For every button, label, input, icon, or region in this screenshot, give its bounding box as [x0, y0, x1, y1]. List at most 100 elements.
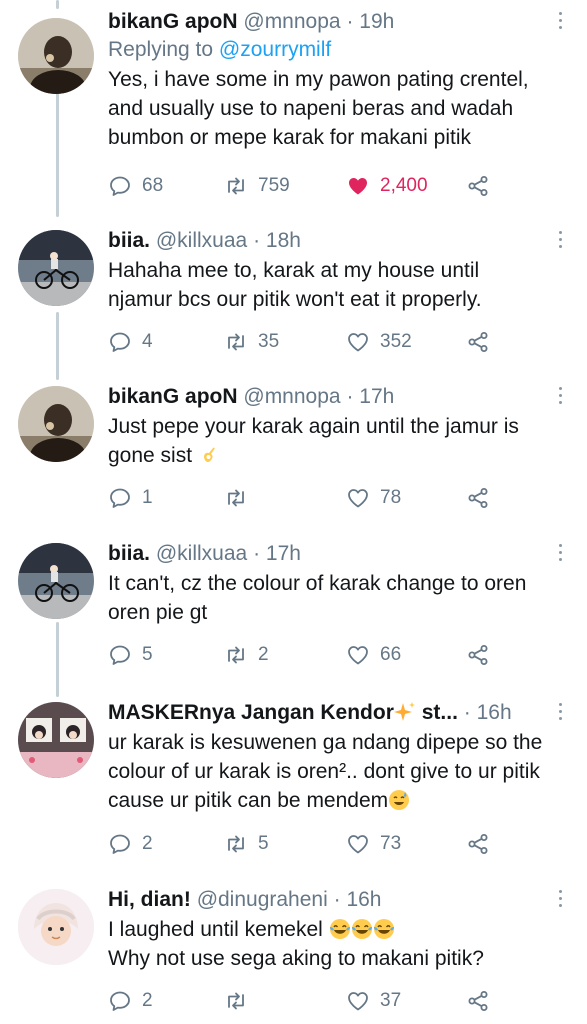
mention-link[interactable]: @zourrymilf — [219, 38, 331, 61]
timestamp[interactable]: 17h — [359, 385, 394, 408]
tweet-text-block: Just pepe your karak again until the jam… — [108, 412, 547, 470]
separator: · — [253, 229, 261, 252]
retweet-count: 35 — [258, 331, 280, 352]
display-name[interactable]: MASKERnya Jangan Kendor — [108, 701, 394, 724]
display-name[interactable]: biia. — [108, 229, 150, 252]
user-handle[interactable]: @mnnopa — [243, 385, 340, 408]
more-icon[interactable] — [555, 387, 565, 404]
tweet-text: ur karak is kesuwenen ga ndang dipepe so… — [108, 731, 543, 812]
replying-to-label: Replying to — [108, 38, 219, 61]
timestamp[interactable]: 16h — [477, 701, 512, 724]
more-icon[interactable] — [555, 890, 565, 907]
timestamp[interactable]: 17h — [266, 542, 301, 565]
timestamp[interactable]: 16h — [346, 888, 381, 911]
reply-button[interactable]: 2 — [108, 829, 153, 859]
avatar[interactable] — [18, 386, 94, 462]
retweet-icon — [224, 989, 248, 1013]
avatar[interactable] — [18, 702, 94, 778]
share-icon — [466, 330, 490, 354]
reply-button[interactable]: 4 — [108, 327, 153, 357]
retweet-button[interactable] — [224, 483, 258, 513]
separator: · — [333, 888, 341, 911]
like-count: 78 — [380, 487, 402, 508]
tweet-text-block: ur karak is kesuwenen ga ndang dipepe so… — [108, 728, 547, 815]
like-button[interactable]: 78 — [346, 483, 401, 513]
avatar[interactable] — [18, 18, 94, 94]
reply-count: 4 — [142, 331, 153, 352]
tweet-text: Yes, i have some in my pawon pating cren… — [108, 68, 529, 149]
like-count: 352 — [380, 331, 412, 352]
tweet[interactable]: bikanG apoN @mnnopa · 19h Replying to @z… — [0, 8, 587, 218]
avatar[interactable] — [18, 889, 94, 965]
user-handle[interactable]: @killxuaa — [156, 229, 247, 252]
like-button[interactable]: 73 — [346, 829, 401, 859]
share-icon — [466, 832, 490, 856]
timestamp[interactable]: 19h — [359, 10, 394, 33]
joy-emoji — [329, 918, 351, 940]
sparkles-emoji — [394, 701, 416, 723]
like-button[interactable]: 37 — [346, 986, 401, 1016]
like-button[interactable]: 352 — [346, 327, 412, 357]
retweet-button[interactable]: 2 — [224, 640, 269, 670]
reply-button[interactable]: 2 — [108, 986, 153, 1016]
share-icon — [466, 989, 490, 1013]
share-button[interactable] — [466, 986, 490, 1016]
sweat-smile-emoji — [388, 789, 410, 811]
more-icon[interactable] — [555, 12, 565, 29]
avatar[interactable] — [18, 543, 94, 619]
display-name[interactable]: bikanG apoN — [108, 385, 238, 408]
tweet-text-line: I laughed until kemekel — [108, 918, 323, 941]
share-button[interactable] — [466, 327, 490, 357]
retweet-button[interactable] — [224, 986, 258, 1016]
heart-icon — [346, 174, 370, 198]
reply-icon — [108, 989, 132, 1013]
reply-button[interactable]: 68 — [108, 171, 163, 201]
avatar[interactable] — [18, 230, 94, 306]
more-icon[interactable] — [555, 544, 565, 561]
like-count: 66 — [380, 644, 402, 665]
user-handle[interactable]: @dinugraheni — [197, 888, 328, 911]
more-icon[interactable] — [555, 231, 565, 248]
tweet[interactable]: biia. @killxuaa · 17h It can't, cz the c… — [0, 540, 587, 690]
ok-hand-emoji — [198, 444, 220, 466]
display-name[interactable]: bikanG apoN — [108, 10, 238, 33]
reply-count: 2 — [142, 833, 153, 854]
display-name-suffix[interactable]: st... — [416, 701, 458, 724]
user-handle[interactable]: @mnnopa — [243, 10, 340, 33]
like-button[interactable]: 66 — [346, 640, 401, 670]
retweet-icon — [224, 486, 248, 510]
heart-icon — [346, 643, 370, 667]
reply-icon — [108, 832, 132, 856]
share-button[interactable] — [466, 171, 490, 201]
display-name[interactable]: Hi, dian! — [108, 888, 191, 911]
retweet-button[interactable]: 759 — [224, 171, 290, 201]
share-button[interactable] — [466, 640, 490, 670]
tweet[interactable]: Hi, dian! @dinugraheni · 16h I laughed u… — [0, 886, 587, 1024]
share-button[interactable] — [466, 829, 490, 859]
like-button[interactable]: 2,400 — [346, 171, 428, 201]
reply-icon — [108, 174, 132, 198]
user-handle[interactable]: @killxuaa — [156, 542, 247, 565]
tweet[interactable]: MASKERnya Jangan Kendor st... · 16h ur k… — [0, 699, 587, 879]
separator: · — [253, 542, 261, 565]
share-icon — [466, 174, 490, 198]
retweet-icon — [224, 832, 248, 856]
retweet-count: 2 — [258, 644, 269, 665]
heart-icon — [346, 330, 370, 354]
reply-icon — [108, 486, 132, 510]
reply-button[interactable]: 1 — [108, 483, 153, 513]
display-name[interactable]: biia. — [108, 542, 150, 565]
more-icon[interactable] — [555, 703, 565, 720]
timestamp[interactable]: 18h — [266, 229, 301, 252]
reply-icon — [108, 643, 132, 667]
tweet-text: Hahaha mee to, karak at my house until n… — [108, 259, 482, 311]
heart-icon — [346, 832, 370, 856]
retweet-button[interactable]: 5 — [224, 829, 269, 859]
tweet-text-line: Why not use sega aking to makani pitik? — [108, 947, 484, 970]
retweet-button[interactable]: 35 — [224, 327, 279, 357]
tweet[interactable]: bikanG apoN @mnnopa · 17h Just pepe your… — [0, 383, 587, 533]
reply-button[interactable]: 5 — [108, 640, 153, 670]
tweet[interactable]: biia. @killxuaa · 18h Hahaha mee to, kar… — [0, 227, 587, 377]
retweet-count: 5 — [258, 833, 269, 854]
share-button[interactable] — [466, 483, 490, 513]
